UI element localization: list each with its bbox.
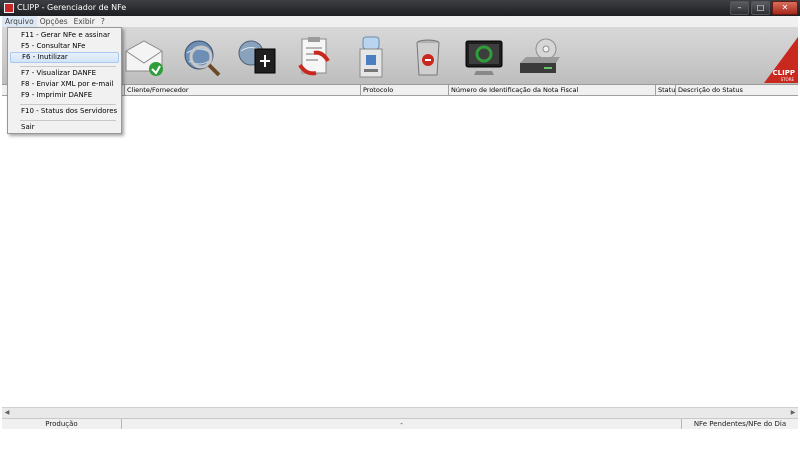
menu-status-servidores[interactable]: F10 - Status dos Servidores bbox=[10, 106, 119, 117]
status-bar: Produção - NFe Pendentes/NFe do Dia bbox=[2, 418, 798, 429]
menu-exibir[interactable]: Exibir bbox=[71, 16, 98, 27]
scroll-right-icon[interactable]: ▶ bbox=[788, 408, 798, 418]
menu-separator bbox=[20, 104, 116, 105]
trash-can-icon[interactable] bbox=[406, 35, 450, 79]
menu-bar: Arquivo Opções Exibir ? bbox=[2, 16, 798, 27]
window-title: CLIPP - Gerenciador de NFe bbox=[17, 3, 127, 12]
envelope-send-icon[interactable] bbox=[122, 35, 166, 79]
menu-inutilizar[interactable]: F6 - Inutilizar bbox=[10, 52, 119, 63]
menu-sair[interactable]: Sair bbox=[10, 122, 119, 133]
column-numero-nota[interactable]: Número de Identificação da Nota Fiscal bbox=[448, 85, 655, 95]
column-status[interactable]: Status bbox=[655, 85, 675, 95]
disk-drive-icon[interactable] bbox=[516, 35, 560, 79]
globe-cube-icon[interactable] bbox=[235, 35, 279, 79]
scroll-left-icon[interactable]: ◀ bbox=[2, 408, 12, 418]
status-environment: Produção bbox=[2, 419, 122, 429]
menu-imprimir-danfe[interactable]: F9 - Imprimir DANFE bbox=[10, 90, 119, 101]
monitor-refresh-icon[interactable] bbox=[462, 35, 506, 79]
menu-visualizar-danfe[interactable]: F7 - Visualizar DANFE bbox=[10, 68, 119, 79]
menu-separator bbox=[20, 120, 116, 121]
arquivo-dropdown-menu: F11 - Gerar NFe e assinar F5 - Consultar… bbox=[7, 27, 122, 134]
menu-separator bbox=[20, 66, 116, 67]
column-descricao-status[interactable]: Descrição do Status bbox=[675, 85, 798, 95]
minimize-button[interactable]: – bbox=[730, 1, 749, 15]
title-bar: CLIPP - Gerenciador de NFe – □ ✕ bbox=[0, 0, 800, 16]
menu-help[interactable]: ? bbox=[98, 16, 108, 27]
menu-opcoes[interactable]: Opções bbox=[37, 16, 71, 27]
horizontal-scrollbar[interactable]: ◀ ▶ bbox=[2, 407, 798, 418]
app-icon bbox=[4, 3, 14, 13]
status-message: - bbox=[122, 419, 682, 429]
brand-name: CLIPP bbox=[772, 69, 795, 77]
nfe-grid[interactable] bbox=[2, 96, 798, 406]
status-nfe-count: NFe Pendentes/NFe do Dia bbox=[693, 420, 787, 428]
maximize-button[interactable]: □ bbox=[751, 1, 770, 15]
menu-enviar-xml[interactable]: F8 - Enviar XML por e-mail bbox=[10, 79, 119, 90]
menu-gerar-nfe[interactable]: F11 - Gerar NFe e assinar bbox=[10, 30, 119, 41]
clipboard-recycle-icon[interactable] bbox=[292, 35, 336, 79]
brand-sub: STORE bbox=[780, 77, 794, 82]
close-button[interactable]: ✕ bbox=[772, 1, 798, 15]
globe-magnifier-icon[interactable] bbox=[179, 35, 223, 79]
water-cooler-icon[interactable] bbox=[349, 35, 393, 79]
menu-consultar-nfe[interactable]: F5 - Consultar NFe bbox=[10, 41, 119, 52]
column-protocolo[interactable]: Protocolo bbox=[360, 85, 448, 95]
column-cliente-fornecedor[interactable]: Cliente/Fornecedor bbox=[124, 85, 360, 95]
menu-arquivo[interactable]: Arquivo bbox=[2, 16, 37, 27]
